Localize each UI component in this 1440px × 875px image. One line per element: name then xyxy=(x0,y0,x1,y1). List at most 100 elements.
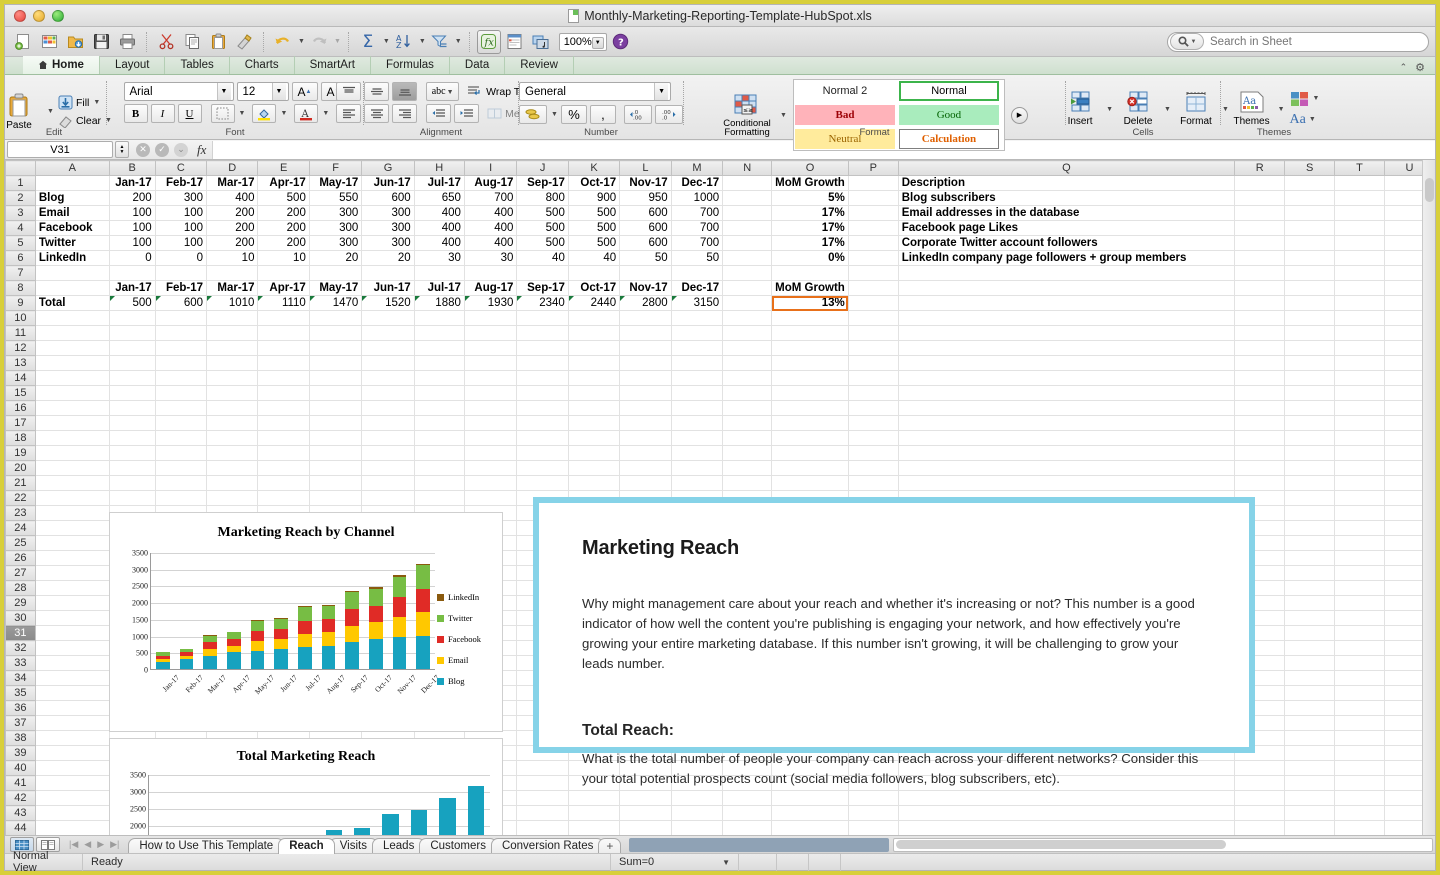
cell-C16[interactable] xyxy=(154,400,208,416)
chart-total-marketing-reach[interactable]: Total Marketing Reach0500100015002000250… xyxy=(109,738,503,835)
vertical-scrollbar[interactable] xyxy=(1422,160,1435,835)
cell-C20[interactable] xyxy=(154,460,208,476)
bar-group[interactable] xyxy=(405,810,433,835)
cell-T6[interactable] xyxy=(1334,250,1385,266)
cell-F15[interactable] xyxy=(308,385,363,401)
cell-A29[interactable] xyxy=(34,595,110,611)
cell-D5[interactable]: 200 xyxy=(206,235,259,251)
sheet-nav-arrows[interactable]: |◀ ◀ ▶ ▶| xyxy=(69,839,119,850)
cell-L2[interactable]: 950 xyxy=(619,190,672,206)
currency-button[interactable] xyxy=(519,105,548,124)
cell-E1[interactable]: Apr-17 xyxy=(257,175,310,191)
cell-A40[interactable] xyxy=(34,760,110,776)
cell-M8[interactable]: Dec-17 xyxy=(670,280,724,296)
expand-formula-icon[interactable]: ⌄ xyxy=(174,142,188,157)
cell-S40[interactable] xyxy=(1284,760,1336,776)
cell-N11[interactable] xyxy=(722,325,773,341)
cell-O3[interactable]: 17% xyxy=(771,205,849,221)
number-format-select[interactable]: General ▼ xyxy=(519,82,672,101)
cell-A21[interactable] xyxy=(34,475,110,491)
search-icon[interactable]: ▼ xyxy=(1170,33,1204,50)
cell-N5[interactable] xyxy=(722,235,773,251)
cell-I18[interactable] xyxy=(463,430,518,446)
cell-D6[interactable]: 10 xyxy=(206,250,259,266)
vertical-scrollbar-thumb[interactable] xyxy=(1424,178,1434,202)
row-header-12[interactable]: 12 xyxy=(5,340,36,356)
cell-N18[interactable] xyxy=(722,430,773,446)
cell-B6[interactable]: 0 xyxy=(108,250,156,266)
themes-caret[interactable]: ▼ xyxy=(1278,106,1285,113)
row-header-10[interactable]: 10 xyxy=(5,310,36,326)
cell-Q20[interactable] xyxy=(897,460,1236,476)
select-all-corner[interactable] xyxy=(5,160,36,176)
cell-K12[interactable] xyxy=(567,340,621,356)
font-family-caret[interactable]: ▼ xyxy=(216,83,231,100)
cell-A37[interactable] xyxy=(34,715,110,731)
cell-O21[interactable] xyxy=(771,475,849,491)
cell-D7[interactable] xyxy=(206,265,259,281)
format-cells-button[interactable]: Format xyxy=(1173,91,1219,127)
cell-B8[interactable]: Jan-17 xyxy=(108,280,156,296)
align-center-button[interactable] xyxy=(364,104,390,123)
align-right-button[interactable] xyxy=(392,104,418,123)
table-row[interactable]: 5 Twitter 100 100 200 200 300 300 400 400 500 500 60… xyxy=(5,235,1435,251)
cell-M19[interactable] xyxy=(670,445,724,461)
cell-L17[interactable] xyxy=(619,415,672,431)
cell-M1[interactable]: Dec-17 xyxy=(670,175,724,191)
cell-I3[interactable]: 400 xyxy=(463,205,518,221)
cell-J18[interactable] xyxy=(516,430,569,446)
cell-C3[interactable]: 100 xyxy=(154,205,208,221)
cell-L13[interactable] xyxy=(619,355,672,371)
cell-E15[interactable] xyxy=(257,385,310,401)
cell-D20[interactable] xyxy=(206,460,259,476)
filter-dropdown-caret[interactable]: ▼ xyxy=(455,38,462,45)
cell-A5[interactable]: Twitter xyxy=(34,235,110,251)
print-icon[interactable] xyxy=(115,30,139,54)
cell-E3[interactable]: 200 xyxy=(257,205,310,221)
tab-layout[interactable]: Layout xyxy=(100,56,166,74)
cell-J19[interactable] xyxy=(516,445,569,461)
cell-T7[interactable] xyxy=(1334,265,1385,281)
font-family-select[interactable]: Arial ▼ xyxy=(123,82,234,101)
cell-G19[interactable] xyxy=(361,445,415,461)
cell-Q2[interactable]: Blog subscribers xyxy=(897,190,1236,206)
cell-P13[interactable] xyxy=(847,355,899,371)
borders-caret[interactable]: ▼ xyxy=(239,110,246,117)
column-header-F[interactable]: F xyxy=(308,160,363,176)
cell-O19[interactable] xyxy=(771,445,849,461)
cell-A22[interactable] xyxy=(34,490,110,506)
insert-caret[interactable]: ▼ xyxy=(1106,106,1113,113)
cell-O11[interactable] xyxy=(771,325,849,341)
paste-dropdown-caret[interactable]: ▼ xyxy=(47,108,54,115)
cell-D22[interactable] xyxy=(206,490,259,506)
cell-S26[interactable] xyxy=(1284,550,1336,566)
cell-R12[interactable] xyxy=(1234,340,1286,356)
cell-E2[interactable]: 500 xyxy=(257,190,310,206)
cell-C12[interactable] xyxy=(154,340,208,356)
table-row[interactable]: 3 Email 100 100 200 200 300 300 400 400 500 500 600 7… xyxy=(5,205,1435,221)
bar-group[interactable] xyxy=(198,635,222,669)
cell-T3[interactable] xyxy=(1334,205,1385,221)
theme-fonts-button[interactable]: Aa ▼ xyxy=(1290,112,1320,128)
column-header-A[interactable]: A xyxy=(34,160,110,176)
zoom-control[interactable]: 100% ▼ xyxy=(558,32,607,51)
cell-O20[interactable] xyxy=(771,460,849,476)
cell-J21[interactable] xyxy=(516,475,569,491)
sheet-tabs[interactable]: How to Use This Template Reach Visits Leads… xyxy=(128,836,622,854)
cell-T5[interactable] xyxy=(1334,235,1385,251)
cell-R19[interactable] xyxy=(1234,445,1286,461)
cell-A1[interactable] xyxy=(34,175,110,191)
cell-G6[interactable]: 20 xyxy=(361,250,415,266)
cell-G1[interactable]: Jun-17 xyxy=(361,175,415,191)
row-header-14[interactable]: 14 xyxy=(5,370,36,386)
theme-colors-button[interactable]: ▼ xyxy=(1290,91,1319,107)
cell-M11[interactable] xyxy=(670,325,724,341)
bar-segment-email[interactable] xyxy=(345,625,360,643)
cell-F10[interactable] xyxy=(308,310,363,326)
cell-R5[interactable] xyxy=(1234,235,1286,251)
cell-I8[interactable]: Aug-17 xyxy=(463,280,518,296)
cell-A42[interactable] xyxy=(34,790,110,806)
insert-cells-button[interactable]: Insert xyxy=(1057,91,1103,127)
cell-T31[interactable] xyxy=(1334,625,1385,641)
cell-S21[interactable] xyxy=(1284,475,1336,491)
